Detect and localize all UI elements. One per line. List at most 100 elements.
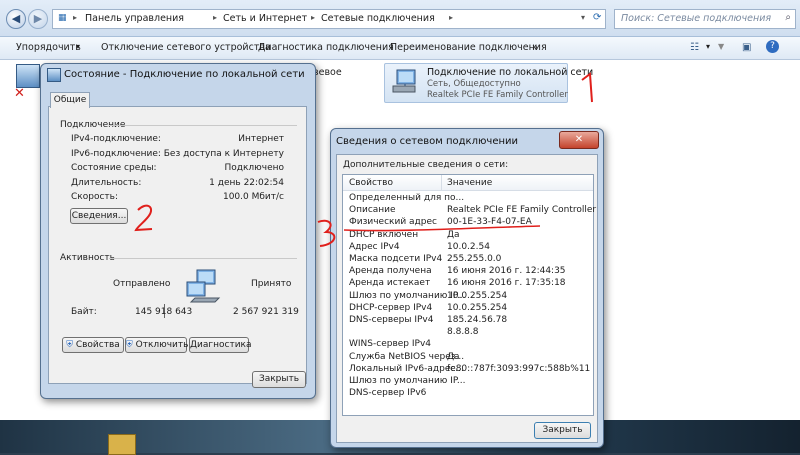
detail-value[interactable]: Да [447,352,460,362]
status-close-button[interactable]: Закрыть [252,371,306,388]
column-divider[interactable] [441,175,442,190]
properties-button[interactable]: ⛨ Свойства [62,337,124,353]
details-close-button[interactable]: Закрыть [534,422,591,439]
ipv6-label: IPv6-подключение: [71,149,161,159]
ipv6-value: Без доступа к Интернету [163,149,284,159]
status-dialog: Состояние - Подключение по локальной сет… [40,63,316,399]
connection-item[interactable]: Подключение по локальной сети Сеть, Обще… [384,63,593,103]
forward-button[interactable]: ▶ [28,9,48,29]
refresh-icon[interactable]: ⟳ [593,12,601,23]
detail-property[interactable]: Аренда истекает [349,278,430,288]
rename-connection-button[interactable]: Переименование подключения [390,42,547,53]
column-property[interactable]: Свойство [349,178,393,188]
detail-value[interactable]: Realtek PCIe FE Family Controller [447,205,596,215]
search-icon: ⌕ [785,12,791,23]
bytes-received-value: 2 567 921 319 [233,307,299,317]
detail-value[interactable]: 255.255.0.0 [447,254,501,264]
address-bar: ◀ ▶ ▦ ▸ Панель управления ▸ Сеть и Интер… [0,0,800,37]
detail-value[interactable]: fe80::787f:3093:997c:588b%11 [447,364,590,374]
organize-menu[interactable]: Упорядочить [16,42,81,53]
section-divider [109,258,297,259]
received-label: Принято [251,279,292,289]
command-bar: Упорядочить ▾ Отключение сетевого устрой… [0,37,800,60]
detail-property[interactable]: DNS-сервер IPv6 [349,388,426,398]
detail-value[interactable]: 185.24.56.78 [447,315,507,325]
detail-value[interactable]: 16 июня 2016 г. 17:35:18 [447,278,566,288]
ipv4-label: IPv4-подключение: [71,134,161,144]
chevron-right-icon: ▸ [311,13,316,22]
detail-property[interactable]: Определенный для по... [349,193,464,203]
details-dialog-title: Сведения о сетевом подключении [336,136,519,147]
chevron-right-icon: ▸ [73,13,78,22]
breadcrumb-network[interactable]: Сеть и Интернет [223,13,307,24]
activity-section-label: Активность [60,253,115,263]
detail-property[interactable]: Физический адрес [349,217,437,227]
detail-property[interactable]: Аренда получена [349,266,432,276]
help-icon[interactable]: ? [766,40,779,53]
search-placeholder: Поиск: Сетевые подключения [621,13,772,24]
detail-property[interactable]: DHCP-сервер IPv4 [349,303,432,313]
chevron-right-icon: ▸ [449,13,454,22]
breadcrumb-control-panel[interactable]: Панель управления [85,13,184,24]
detail-value[interactable]: 16 июня 2016 г. 12:44:35 [447,266,566,276]
back-button[interactable]: ◀ [6,9,26,29]
computer-network-icon [391,68,419,94]
detail-value[interactable]: 10.0.255.254 [447,291,507,301]
detail-value[interactable]: Да [447,230,460,240]
view-options-icon[interactable]: ☷ [690,42,699,53]
tab-general[interactable]: Общие [50,92,90,108]
bytes-label: Байт: [71,307,97,317]
connection-status: Сеть, Общедоступно [427,79,521,89]
separator: ▼ [718,42,725,51]
bytes-sent-value: 145 918 643 [135,307,193,317]
detail-value[interactable]: 10.0.255.254 [447,303,507,313]
folder-icon[interactable] [108,434,136,455]
network-icon [47,68,61,82]
diagnose-button[interactable]: Диагностика [189,337,252,353]
chevron-down-icon[interactable]: ▾ [706,42,710,51]
detail-value[interactable]: 10.0.2.54 [447,242,490,252]
breadcrumb-connections[interactable]: Сетевые подключения [321,13,435,24]
status-dialog-title: Состояние - Подключение по локальной сет… [64,69,305,80]
detail-value[interactable]: 8.8.8.8 [447,327,479,337]
media-state-value: Подключено [224,163,284,173]
column-value[interactable]: Значение [447,178,492,188]
connection-name: Подключение по локальной сети [427,67,594,78]
disable-device-button[interactable]: Отключение сетевого устройства [101,42,271,53]
sent-label: Отправлено [113,279,171,289]
address-field[interactable]: ▦ ▸ Панель управления ▸ Сеть и Интернет … [52,9,606,29]
detail-value[interactable]: 00-1E-33-F4-07-EA [447,217,532,227]
disable-button[interactable]: ⛨ Отключить [125,337,189,353]
details-subtitle: Дополнительные сведения о сети: [343,160,509,170]
details-button[interactable]: Сведения... [70,208,128,224]
preview-pane-icon[interactable]: ▣ [742,42,751,53]
connection-adapter: Realtek PCIe FE Family Controller [427,90,568,100]
dropdown-icon[interactable]: ▾ [581,13,585,22]
media-state-label: Состояние среды: [71,163,157,173]
properties-button-label: Свойства [75,340,120,350]
search-input[interactable]: Поиск: Сетевые подключения ⌕ [614,9,796,29]
details-dialog: Сведения о сетевом подключении ✕ Дополни… [330,128,604,448]
disable-button-label: Отключить [135,340,189,350]
detail-property[interactable]: Описание [349,205,396,215]
chevron-right-icon: ▸ [213,13,218,22]
detail-property[interactable]: Маска подсети IPv4 [349,254,442,264]
diagnose-connection-button[interactable]: Диагностика подключения [258,42,394,53]
more-commands-button[interactable]: » [532,42,538,53]
chevron-down-icon: ▾ [76,42,81,51]
detail-property[interactable]: Шлюз по умолчанию IP... [349,376,466,386]
disconnected-x-icon: ✕ [14,86,25,101]
network-adapter-icon[interactable] [16,64,40,88]
detail-property[interactable]: WINS-сервер IPv4 [349,339,431,349]
close-icon[interactable]: ✕ [559,131,599,149]
speed-label: Скорость: [71,192,118,202]
detail-property[interactable]: Адрес IPv4 [349,242,400,252]
details-list[interactable]: Свойство Значение Определенный для по...… [342,174,596,416]
partial-item-label: вевое [313,67,342,78]
detail-property[interactable]: DHCP включен [349,230,418,240]
duration-value: 1 день 22:02:54 [209,178,284,188]
activity-computers-icon [185,268,225,304]
section-divider [109,125,297,126]
network-folder-icon: ▦ [58,13,67,23]
detail-property[interactable]: DNS-серверы IPv4 [349,315,433,325]
